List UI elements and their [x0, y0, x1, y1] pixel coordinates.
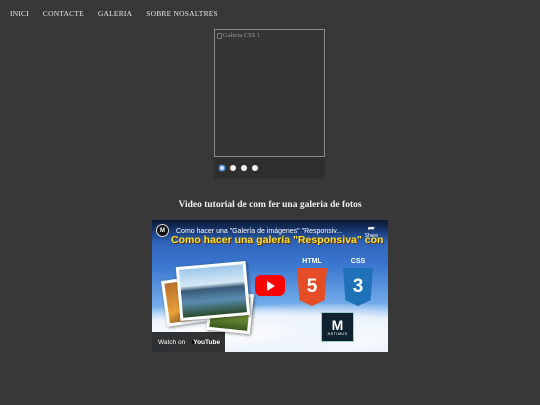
- channel-avatar[interactable]: M: [156, 224, 169, 237]
- channel-logo: M ASTIMUS: [321, 312, 354, 342]
- broken-image: Galeria CSS 1: [217, 32, 260, 39]
- watch-on-label: Watch on: [158, 338, 186, 346]
- html5-logo: HTML 5: [297, 258, 327, 306]
- nav-link-galeria[interactable]: GALERIA: [98, 9, 132, 18]
- section-title: Video tutorial de com fer una galeria de…: [178, 200, 362, 210]
- image-gallery: Galeria CSS 1: [214, 29, 325, 157]
- channel-logo-text: ASTIMUS: [327, 331, 348, 336]
- broken-image-icon: [217, 32, 222, 39]
- broken-image-alt-text: Galeria CSS 1: [223, 32, 261, 39]
- gallery-dot-3[interactable]: [241, 165, 247, 171]
- nav-link-inici[interactable]: INICI: [10, 9, 29, 18]
- youtube-label: YouTube: [193, 338, 221, 346]
- gallery-dot-2[interactable]: [230, 165, 236, 171]
- play-icon: [267, 280, 275, 291]
- gallery-pagination: [214, 157, 325, 179]
- html5-shield-icon: 5: [297, 268, 327, 306]
- channel-logo-letter: M: [331, 317, 344, 333]
- css3-shield-icon: 3: [343, 268, 373, 306]
- nav-link-contacte[interactable]: CONTACTE: [43, 9, 84, 18]
- thumbnail-overlay-text: Como hacer una galería "Responsiva" con: [171, 234, 384, 246]
- nav-link-sobre-nosaltres[interactable]: SOBRE NOSALTRES: [146, 9, 218, 18]
- share-icon: ➦: [367, 223, 376, 233]
- gallery-dot-1[interactable]: [220, 166, 224, 170]
- gallery-dot-4[interactable]: [252, 165, 258, 171]
- play-button[interactable]: [255, 275, 285, 296]
- css3-logo: CSS 3: [343, 258, 373, 306]
- main-nav: INICI CONTACTE GALERIA SOBRE NOSALTRES: [10, 9, 232, 18]
- youtube-video-embed[interactable]: M Como hacer una "Galería de imágenes" "…: [152, 220, 388, 352]
- html-label: HTML: [302, 258, 322, 265]
- css-label: CSS: [350, 258, 366, 265]
- watch-on-youtube-button[interactable]: Watch on YouTube: [152, 332, 225, 352]
- thumbnail-photo-front: [175, 261, 251, 321]
